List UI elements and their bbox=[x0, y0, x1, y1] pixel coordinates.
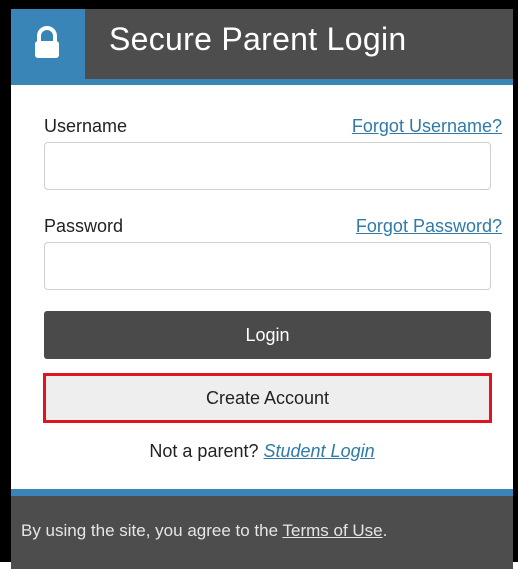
login-button[interactable]: Login bbox=[44, 311, 491, 359]
username-input[interactable] bbox=[44, 142, 491, 190]
page-title: Secure Parent Login bbox=[109, 21, 407, 57]
username-label: Username bbox=[44, 116, 128, 136]
forgot-password-link[interactable]: Forgot Password? bbox=[356, 216, 502, 237]
password-label: Password bbox=[44, 216, 124, 236]
password-input[interactable] bbox=[44, 242, 491, 290]
footer-agree-text: By using the site, you agree to the bbox=[21, 521, 279, 540]
not-parent-text: Not a parent? bbox=[149, 441, 259, 461]
footer-text: By using the site, you agree to the Term… bbox=[21, 521, 387, 541]
footer-period: . bbox=[382, 521, 388, 540]
lock-icon bbox=[35, 26, 59, 58]
forgot-username-link[interactable]: Forgot Username? bbox=[352, 116, 502, 137]
footer-bar: By using the site, you agree to the Term… bbox=[11, 489, 513, 569]
login-frame: Secure Parent Login Username Forgot User… bbox=[0, 0, 518, 569]
lock-icon-box bbox=[11, 9, 85, 79]
student-login-link[interactable]: Student Login bbox=[264, 441, 375, 461]
not-parent-line: Not a parent? Student Login bbox=[11, 441, 513, 462]
header-bar: Secure Parent Login bbox=[11, 9, 513, 85]
terms-of-use-link[interactable]: Terms of Use bbox=[282, 521, 382, 540]
create-account-button[interactable]: Create Account bbox=[43, 373, 492, 423]
